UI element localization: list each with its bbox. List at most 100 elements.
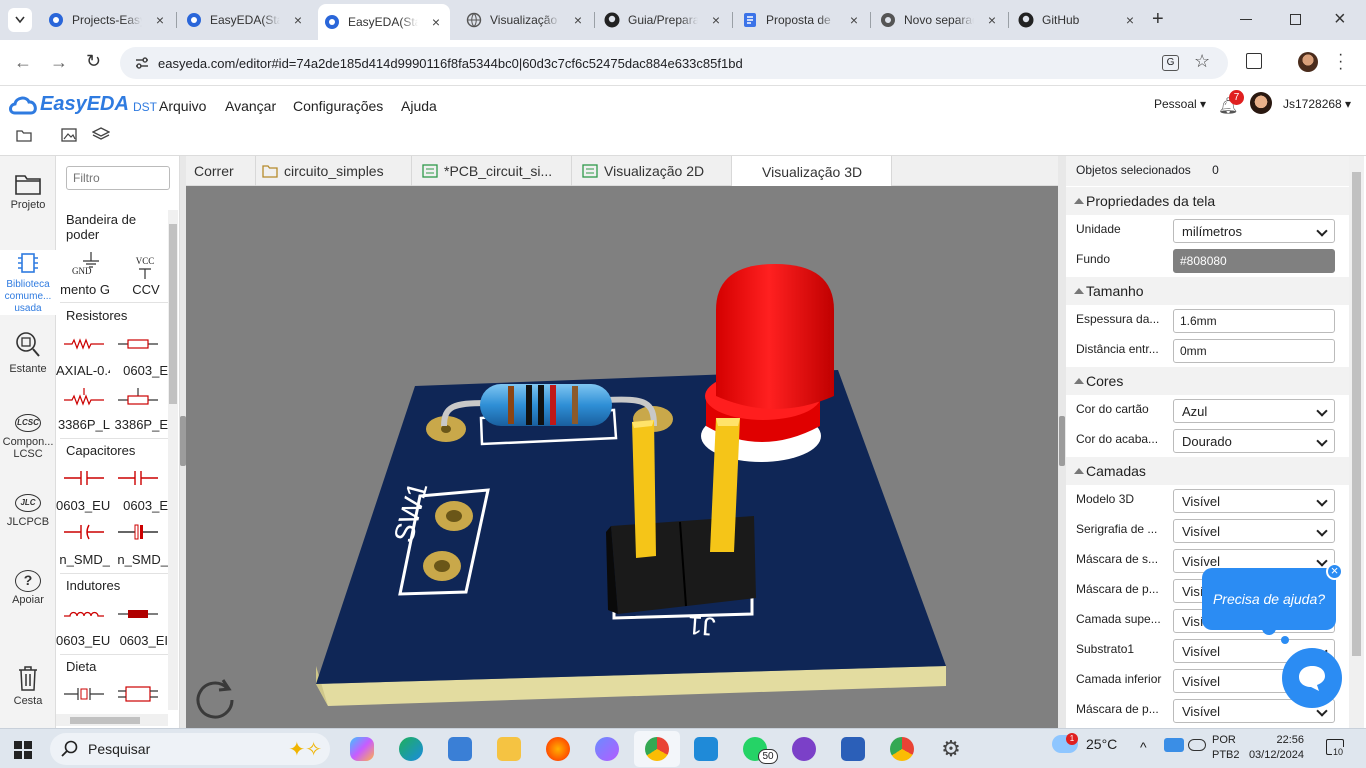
close-tab-icon[interactable]: ×: [290, 12, 306, 28]
crystal-symbol-icon[interactable]: [64, 684, 104, 704]
library-filter-input[interactable]: [66, 166, 170, 190]
workspace-selector[interactable]: Pessoal ▾: [1154, 97, 1206, 111]
nav-basket[interactable]: Cesta: [0, 664, 56, 707]
nav-project[interactable]: Projeto: [0, 172, 56, 211]
polarized-capacitor-icon[interactable]: [118, 522, 158, 542]
browser-tab-8[interactable]: GitHub ×: [1012, 6, 1144, 34]
resistor-box-icon[interactable]: [118, 334, 158, 354]
forward-arrow-icon[interactable]: →: [50, 52, 68, 73]
browser-tab-1[interactable]: Projects-EasyEDA ×: [42, 6, 174, 34]
splitter-handle[interactable]: [1059, 416, 1065, 466]
resistor-symbol-icon[interactable]: [64, 334, 104, 354]
edge-icon[interactable]: [399, 737, 423, 761]
new-tab-button[interactable]: +: [1152, 8, 1164, 31]
windows-start-icon[interactable]: [14, 741, 32, 759]
polarized-capacitor-icon[interactable]: [64, 522, 104, 542]
help-bubble[interactable]: Precisa de ajuda?: [1202, 568, 1336, 630]
inductor-symbol-icon[interactable]: [64, 604, 104, 624]
chrome-icon[interactable]: [645, 737, 669, 761]
potentiometer-icon[interactable]: [64, 386, 104, 408]
section-layers[interactable]: Camadas: [1066, 457, 1349, 485]
back-arrow-icon[interactable]: ←: [14, 52, 32, 73]
language-indicator[interactable]: POR PTB2: [1212, 733, 1240, 763]
reset-view-icon[interactable]: [192, 674, 238, 720]
browser-tab-3-active[interactable]: EasyEDA(Standard) ×: [318, 4, 450, 40]
doc-tab-schematic[interactable]: circuito_simples: [256, 156, 412, 186]
nav-jlcpcb[interactable]: JLC JLCPCB: [0, 494, 56, 528]
reload-icon[interactable]: ↻: [86, 51, 101, 72]
capacitor-symbol-icon[interactable]: [64, 468, 104, 488]
library-scrollbar[interactable]: [168, 210, 178, 710]
close-window-button[interactable]: ×: [1334, 8, 1346, 31]
user-avatar[interactable]: [1250, 92, 1272, 114]
resistor-3d[interactable]: [480, 384, 612, 426]
nav-shelf[interactable]: Estante: [0, 330, 56, 375]
board-color-select[interactable]: Azul: [1173, 399, 1335, 423]
doc-tab-run[interactable]: Correr: [186, 156, 256, 186]
section-size[interactable]: Tamanho: [1066, 277, 1349, 305]
capacitor-symbol-icon[interactable]: [118, 468, 158, 488]
translate-icon[interactable]: G: [1162, 55, 1179, 71]
pcb-3d-viewport[interactable]: LCED- SW1 J1: [186, 186, 1058, 728]
doc-tab-pcb[interactable]: *PCB_circuit_si...: [412, 156, 572, 186]
browser-tab-5[interactable]: Guia/Preparação ×: [598, 6, 730, 34]
bookmark-star-icon[interactable]: ☆: [1194, 51, 1210, 72]
site-settings-icon[interactable]: [134, 55, 150, 71]
section-colors[interactable]: Cores: [1066, 367, 1349, 395]
user-menu[interactable]: Js1728268 ▾: [1283, 97, 1351, 111]
cloud-sync-icon[interactable]: [1188, 739, 1206, 751]
background-color-field[interactable]: #808080: [1173, 249, 1335, 273]
category-diet[interactable]: Dieta: [66, 659, 96, 674]
unit-select[interactable]: milímetros: [1173, 219, 1335, 243]
restore-button[interactable]: [1290, 14, 1301, 25]
weather-widget[interactable]: 1 25°C: [1052, 733, 1117, 753]
close-tab-icon[interactable]: ×: [1122, 12, 1138, 28]
word-icon[interactable]: [841, 737, 865, 761]
clock[interactable]: 22:56 03/12/2024: [1248, 733, 1304, 763]
pcb-3d-render[interactable]: LCED- SW1 J1: [186, 186, 1058, 728]
browser-menu-icon[interactable]: · · ·: [1338, 47, 1343, 77]
file-explorer-icon[interactable]: [497, 737, 521, 761]
doc-tab-2d-view[interactable]: Visualização 2D: [572, 156, 732, 186]
tab-search-button[interactable]: [8, 8, 32, 32]
part-vcc[interactable]: VCC: [120, 252, 170, 279]
nav-support[interactable]: ? Apoiar: [0, 570, 56, 606]
close-tab-icon[interactable]: ×: [846, 12, 862, 28]
menu-advanced[interactable]: Avançar: [225, 98, 276, 114]
browser-tab-2[interactable]: EasyEDA(Standard) ×: [180, 6, 312, 34]
close-tab-icon[interactable]: ×: [428, 14, 444, 30]
category-resistors[interactable]: Resistores: [66, 308, 127, 323]
minimize-button[interactable]: [1240, 19, 1252, 20]
potentiometer-box-icon[interactable]: [118, 386, 158, 408]
section-canvas-properties[interactable]: Propriedades da tela: [1066, 187, 1349, 215]
taskbar-search-box[interactable]: Pesquisar ✦✧: [50, 733, 330, 765]
doc-tab-3d-view-active[interactable]: Visualização 3D: [732, 156, 892, 187]
browser-tab-7[interactable]: Novo separador ×: [874, 6, 1006, 34]
nav-lcsc-components[interactable]: LCSC Compon... LCSC: [0, 414, 56, 460]
app-icon[interactable]: [595, 737, 619, 761]
browser-tab-4[interactable]: Visualização ×: [460, 6, 592, 34]
category-power-flag[interactable]: Bandeira de poder: [66, 212, 156, 242]
address-bar[interactable]: easyeda.com/editor#id=74a2de185d414d9990…: [120, 47, 1228, 79]
close-tab-icon[interactable]: ×: [984, 12, 1000, 28]
menu-settings[interactable]: Configurações: [293, 98, 383, 114]
close-tab-icon[interactable]: ×: [152, 12, 168, 28]
vscode-icon[interactable]: [694, 737, 718, 761]
chat-launcher-button[interactable]: [1282, 648, 1342, 708]
menu-file[interactable]: Arquivo: [159, 98, 206, 114]
folder-icon[interactable]: [16, 128, 32, 142]
distance-input[interactable]: 0mm: [1173, 339, 1335, 363]
category-capacitors[interactable]: Capacitores: [66, 443, 135, 458]
easyeda-logo[interactable]: EasyEDA DST: [8, 93, 157, 116]
layers-icon[interactable]: [92, 126, 110, 142]
crystal-box-icon[interactable]: [118, 684, 158, 704]
chrome-icon[interactable]: [890, 737, 914, 761]
layer-visibility-select[interactable]: Visível: [1173, 489, 1335, 513]
close-tab-icon[interactable]: ×: [570, 12, 586, 28]
copilot-icon[interactable]: [350, 737, 374, 761]
close-tab-icon[interactable]: ×: [708, 12, 724, 28]
image-export-icon[interactable]: [61, 127, 77, 143]
help-bubble-close-button[interactable]: ×: [1326, 563, 1343, 580]
network-icon[interactable]: [1164, 738, 1184, 752]
library-hscrollbar[interactable]: [56, 714, 168, 726]
